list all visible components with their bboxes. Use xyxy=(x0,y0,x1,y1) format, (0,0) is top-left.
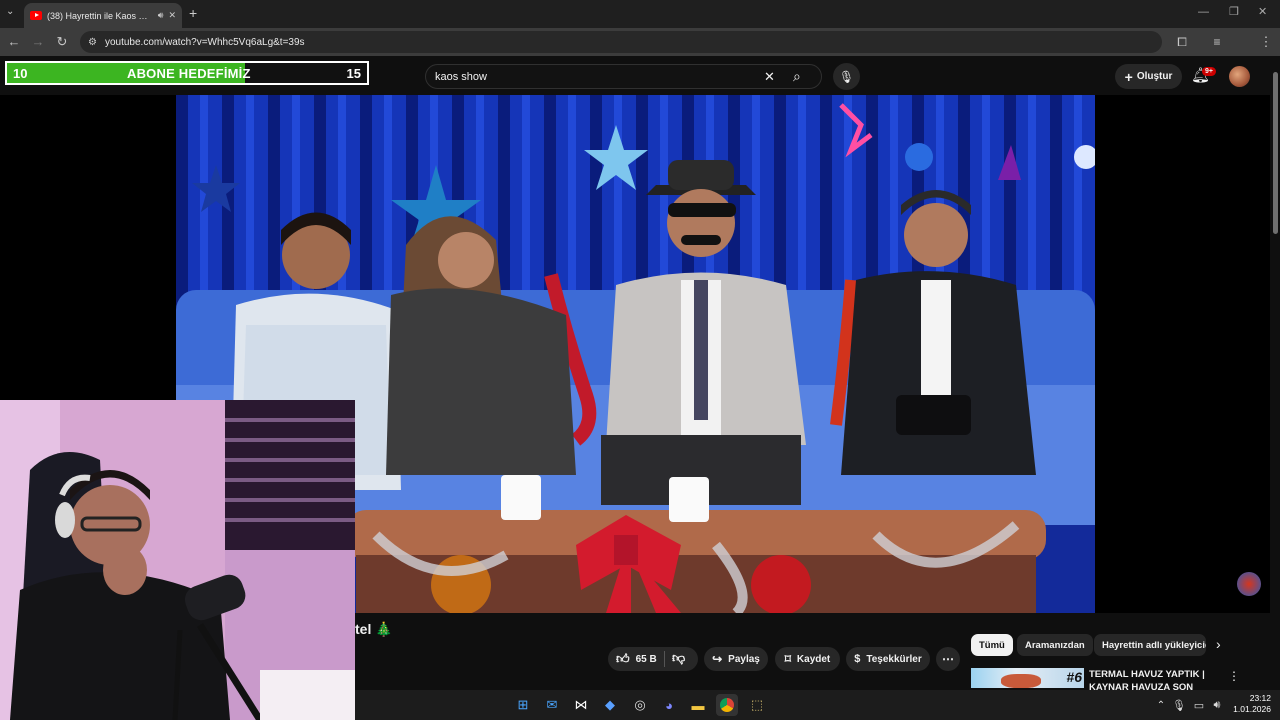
dislike-thumb-icon[interactable]: 👎︎ xyxy=(672,650,685,666)
window-close-button[interactable]: ✕ xyxy=(1258,5,1267,18)
search-icon[interactable]: ⌕ xyxy=(793,68,801,85)
tab-list-chevron-icon[interactable]: ⌄ xyxy=(6,6,20,22)
chip-from-search[interactable]: Aramanızdan xyxy=(1017,634,1093,656)
chrome-icon[interactable] xyxy=(716,694,738,716)
bookmark-icon: ⌑ xyxy=(784,652,791,666)
app-diamond-icon[interactable]: ◆ xyxy=(599,694,621,716)
browser-menu-icon[interactable]: ⋮ xyxy=(1256,28,1276,56)
reading-list-icon[interactable]: ≡ xyxy=(1207,28,1227,56)
like-thumb-icon[interactable]: 👍︎ xyxy=(616,651,630,667)
browser-tab[interactable]: (38) Hayrettin ile Kaos Show 🔊︎ ✕ xyxy=(24,3,182,28)
create-label: Oluştur xyxy=(1136,71,1173,82)
clear-search-icon[interactable]: ✕ xyxy=(764,69,775,85)
search-input[interactable]: kaos show xyxy=(435,71,487,83)
goal-end-value: 15 xyxy=(346,66,361,81)
notification-count-badge: 9+ xyxy=(1202,67,1216,76)
recommendation-thumbnail[interactable]: #6 xyxy=(971,668,1084,688)
save-label: Kaydet xyxy=(796,653,831,665)
windows-start-icon[interactable]: ⊞ xyxy=(512,694,534,716)
search-bar[interactable]: kaos show ✕ ⌕ xyxy=(425,64,822,89)
goal-label: ABONE HEDEFİMİZ xyxy=(127,66,251,81)
new-tab-button[interactable]: + xyxy=(189,5,197,21)
tab-close-icon[interactable]: ✕ xyxy=(168,10,176,21)
tab-title: (38) Hayrettin ile Kaos Show xyxy=(47,10,153,21)
thanks-dollar-icon: $ xyxy=(854,653,861,665)
obs-icon[interactable]: ◎ xyxy=(629,694,651,716)
more-actions-button[interactable]: ⋯ xyxy=(936,647,960,671)
scrollbar-thumb[interactable] xyxy=(1273,72,1278,234)
url-text: youtube.com/watch?v=Whhc5Vq6aLg&t=39s xyxy=(104,36,305,48)
streamer-webcam-overlay xyxy=(0,400,355,720)
video-title-fragment: tel 🎄 xyxy=(355,621,393,637)
channel-watermark-logo[interactable] xyxy=(1237,572,1261,596)
chips-next-chevron-icon[interactable]: › xyxy=(1216,636,1221,652)
maximize-button[interactable]: ❐ xyxy=(1229,5,1239,18)
create-button[interactable]: + Oluştur xyxy=(1115,64,1182,89)
chip-all[interactable]: Tümü xyxy=(971,634,1013,656)
browser-tab-bar: ⌄ (38) Hayrettin ile Kaos Show 🔊︎ ✕ + — … xyxy=(0,0,1280,28)
capcut-icon[interactable]: ⋈ xyxy=(570,694,592,716)
recommendation-menu-icon[interactable]: ⋮ xyxy=(1228,669,1240,683)
discord-icon[interactable]: ◕ xyxy=(658,694,680,716)
share-arrow-icon: ↪ xyxy=(712,652,723,666)
minimize-button[interactable]: — xyxy=(1198,6,1209,18)
clock-time: 23:12 xyxy=(1249,693,1271,703)
share-label: Paylaş xyxy=(728,653,760,665)
speaker-icon[interactable]: 🔊︎ xyxy=(158,10,164,21)
windows-taskbar xyxy=(355,690,1280,720)
reload-icon[interactable]: ↻ xyxy=(52,28,72,56)
thanks-label: Teşekkürler xyxy=(866,653,922,665)
plus-icon: + xyxy=(1124,68,1133,85)
webcam-illustration xyxy=(0,400,355,720)
voice-search-mic-icon[interactable]: 🎙︎ xyxy=(833,63,860,90)
file-explorer-icon[interactable]: ▬ xyxy=(687,694,709,716)
chip-from-uploader[interactable]: Hayrettin adlı yükleyiciden xyxy=(1094,634,1206,656)
thanks-button[interactable]: $ Teşekkürler xyxy=(846,647,930,671)
back-arrow-icon[interactable]: ← xyxy=(4,28,24,56)
account-avatar[interactable] xyxy=(1229,66,1250,87)
like-dislike-group: 👍︎ 65 B 👎︎ xyxy=(608,647,698,671)
tray-mic-icon[interactable]: 🎙︎ xyxy=(1168,694,1190,716)
app-game-icon[interactable]: ⬚ xyxy=(746,694,768,716)
goal-start-value: 10 xyxy=(13,66,28,81)
youtube-favicon-icon xyxy=(30,11,42,20)
outlook-icon[interactable]: ✉ xyxy=(541,694,563,716)
extensions-icon[interactable]: ⧠ xyxy=(1172,28,1192,56)
subscriber-goal-overlay: 10 ABONE HEDEFİMİZ 15 xyxy=(5,61,369,85)
like-count[interactable]: 65 B xyxy=(636,654,657,665)
share-button[interactable]: ↪ Paylaş xyxy=(704,647,768,671)
thumbnail-badge: #6 xyxy=(1066,669,1082,685)
forward-arrow-icon[interactable]: → xyxy=(28,28,48,56)
site-info-icon[interactable]: ⚙ xyxy=(88,37,97,48)
address-bar[interactable]: ⚙ youtube.com/watch?v=Whhc5Vq6aLg&t=39s xyxy=(80,31,1162,53)
taskbar-clock[interactable]: 23:12 1.01.2026 xyxy=(1225,693,1271,715)
video-letterbox-right xyxy=(1095,95,1270,613)
clock-date: 1.01.2026 xyxy=(1233,704,1271,714)
video-letterbox-left xyxy=(0,95,176,400)
save-button[interactable]: ⌑ Kaydet xyxy=(775,647,840,671)
